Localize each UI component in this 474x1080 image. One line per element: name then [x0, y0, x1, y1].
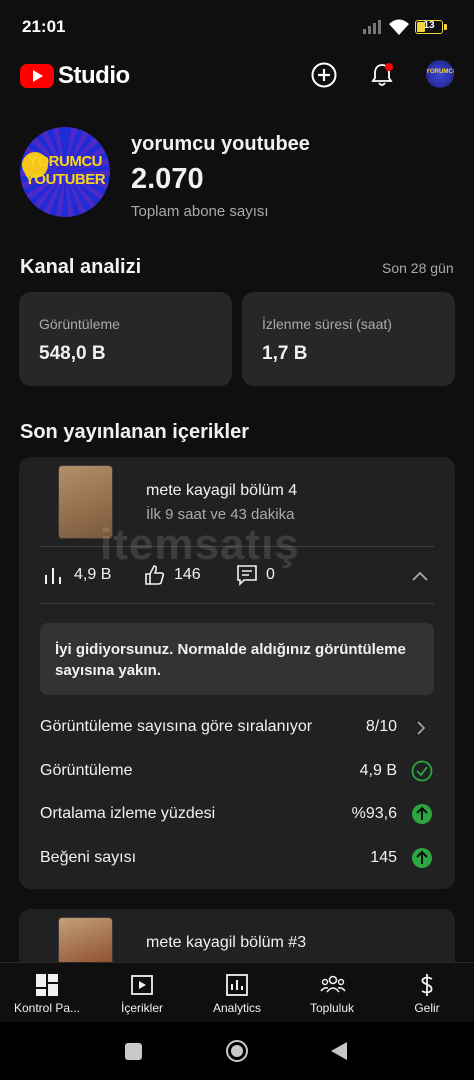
metric-likes-label: Beğeni sayısı [40, 849, 137, 866]
metric-views-label: Görüntüleme [40, 762, 133, 779]
battery-icon: 13 [415, 20, 447, 34]
metric-likes-value: 145 [370, 849, 397, 866]
channel-name: yorumcu youtubee [131, 133, 310, 155]
views-stat: 4,9 B [44, 566, 111, 584]
avatar-text-top: YORUMCU [28, 153, 103, 170]
comments-stat-value: 0 [266, 566, 275, 583]
nav-analytics-label: Analytics [212, 1001, 262, 1015]
create-icon[interactable] [311, 62, 337, 88]
check-circle-icon [411, 760, 433, 782]
nav-earn-label: Gelir [414, 1001, 440, 1015]
metric-ranking-label[interactable]: Görüntüleme sayısına göre sıralanıyor [40, 718, 312, 736]
home-button[interactable] [226, 1040, 248, 1062]
signal-icon [363, 20, 381, 34]
status-time: 21:01 [22, 17, 66, 36]
back-button[interactable] [330, 1041, 348, 1061]
video-thumbnail-2[interactable] [59, 918, 112, 968]
nav-content-label: İçerikler [120, 1001, 163, 1015]
analytics-icon [226, 974, 248, 996]
nav-earn[interactable]: Gelir [380, 963, 474, 1023]
watch-time-card[interactable]: İzlenme süresi (saat) 1,7 B [242, 292, 455, 386]
watermark: itemsatış [100, 520, 300, 569]
performance-message: İyi gidiyorsunuz. Normalde aldığınız gör… [40, 623, 434, 695]
comments-stat: 0 [236, 564, 275, 586]
comment-icon [237, 565, 257, 586]
recent-content-title: Son yayınlanan içerikler [20, 421, 249, 443]
bell-icon[interactable] [369, 62, 395, 88]
dollar-icon [421, 974, 433, 996]
likes-stat: 146 [144, 564, 201, 586]
views-card[interactable]: Görüntüleme 548,0 B [19, 292, 232, 386]
up-arrow-circle-icon [412, 804, 432, 824]
chevron-up-icon[interactable] [410, 569, 430, 583]
bottom-nav: Kontrol Pa... İçerikler Analytics Toplul… [0, 962, 474, 1023]
watch-time-value: 1,7 B [262, 343, 308, 364]
nav-dashboard[interactable]: Kontrol Pa... [0, 963, 94, 1023]
content-icon [131, 975, 153, 995]
likes-stat-value: 146 [174, 566, 201, 583]
studio-logo[interactable]: Studio [20, 62, 130, 90]
recents-button[interactable] [125, 1043, 142, 1060]
subscriber-label: Toplam abone sayısı [131, 203, 269, 220]
views-label: Görüntüleme [39, 316, 120, 332]
account-avatar[interactable]: YORUMCU [426, 60, 454, 88]
thumbs-up-icon [145, 565, 165, 585]
performance-message-text: İyi gidiyorsunuz. Normalde aldığınız gör… [55, 641, 406, 679]
subscriber-count: 2.070 [131, 163, 204, 195]
video-title[interactable]: mete kayagil bölüm 4 [146, 482, 297, 500]
nav-dashboard-label: Kontrol Pa... [13, 1001, 81, 1015]
community-icon [320, 975, 346, 993]
nav-community-label: Topluluk [309, 1001, 355, 1015]
metric-avg-watch-value: %93,6 [351, 805, 397, 822]
system-nav-bar [0, 1022, 474, 1080]
views-stat-value: 4,9 B [74, 566, 112, 583]
youtube-play-icon [20, 64, 54, 88]
status-bar: 21:01 13 [0, 0, 474, 50]
metric-ranking-value: 8/10 [365, 718, 397, 735]
channel-avatar[interactable]: YORUMCU YOUTUBER [20, 127, 110, 217]
analytics-title: Kanal analizi [20, 256, 142, 278]
watch-time-label: İzlenme süresi (saat) [262, 316, 392, 332]
up-arrow-circle-icon [412, 848, 432, 868]
avatar-text-bottom: YOUTUBER [24, 171, 106, 188]
nav-content[interactable]: İçerikler [95, 963, 189, 1023]
analytics-period[interactable]: Son 28 gün [382, 260, 454, 276]
nav-community[interactable]: Topluluk [285, 963, 379, 1023]
avatar-small-text: YORUMCU [426, 69, 454, 75]
bar-chart-icon [45, 568, 61, 584]
logo-text: Studio [58, 62, 130, 89]
battery-level: 13 [423, 20, 435, 31]
wifi-icon [389, 19, 409, 35]
nav-analytics[interactable]: Analytics [190, 963, 284, 1023]
divider [40, 603, 434, 604]
metric-views-value: 4,9 B [359, 762, 397, 779]
chevron-right-icon[interactable] [414, 719, 428, 737]
views-value: 548,0 B [39, 343, 106, 364]
dashboard-icon [36, 974, 58, 996]
metric-avg-watch-label: Ortalama izleme yüzdesi [40, 805, 216, 822]
video-title-2[interactable]: mete kayagil bölüm #3 [146, 934, 306, 952]
